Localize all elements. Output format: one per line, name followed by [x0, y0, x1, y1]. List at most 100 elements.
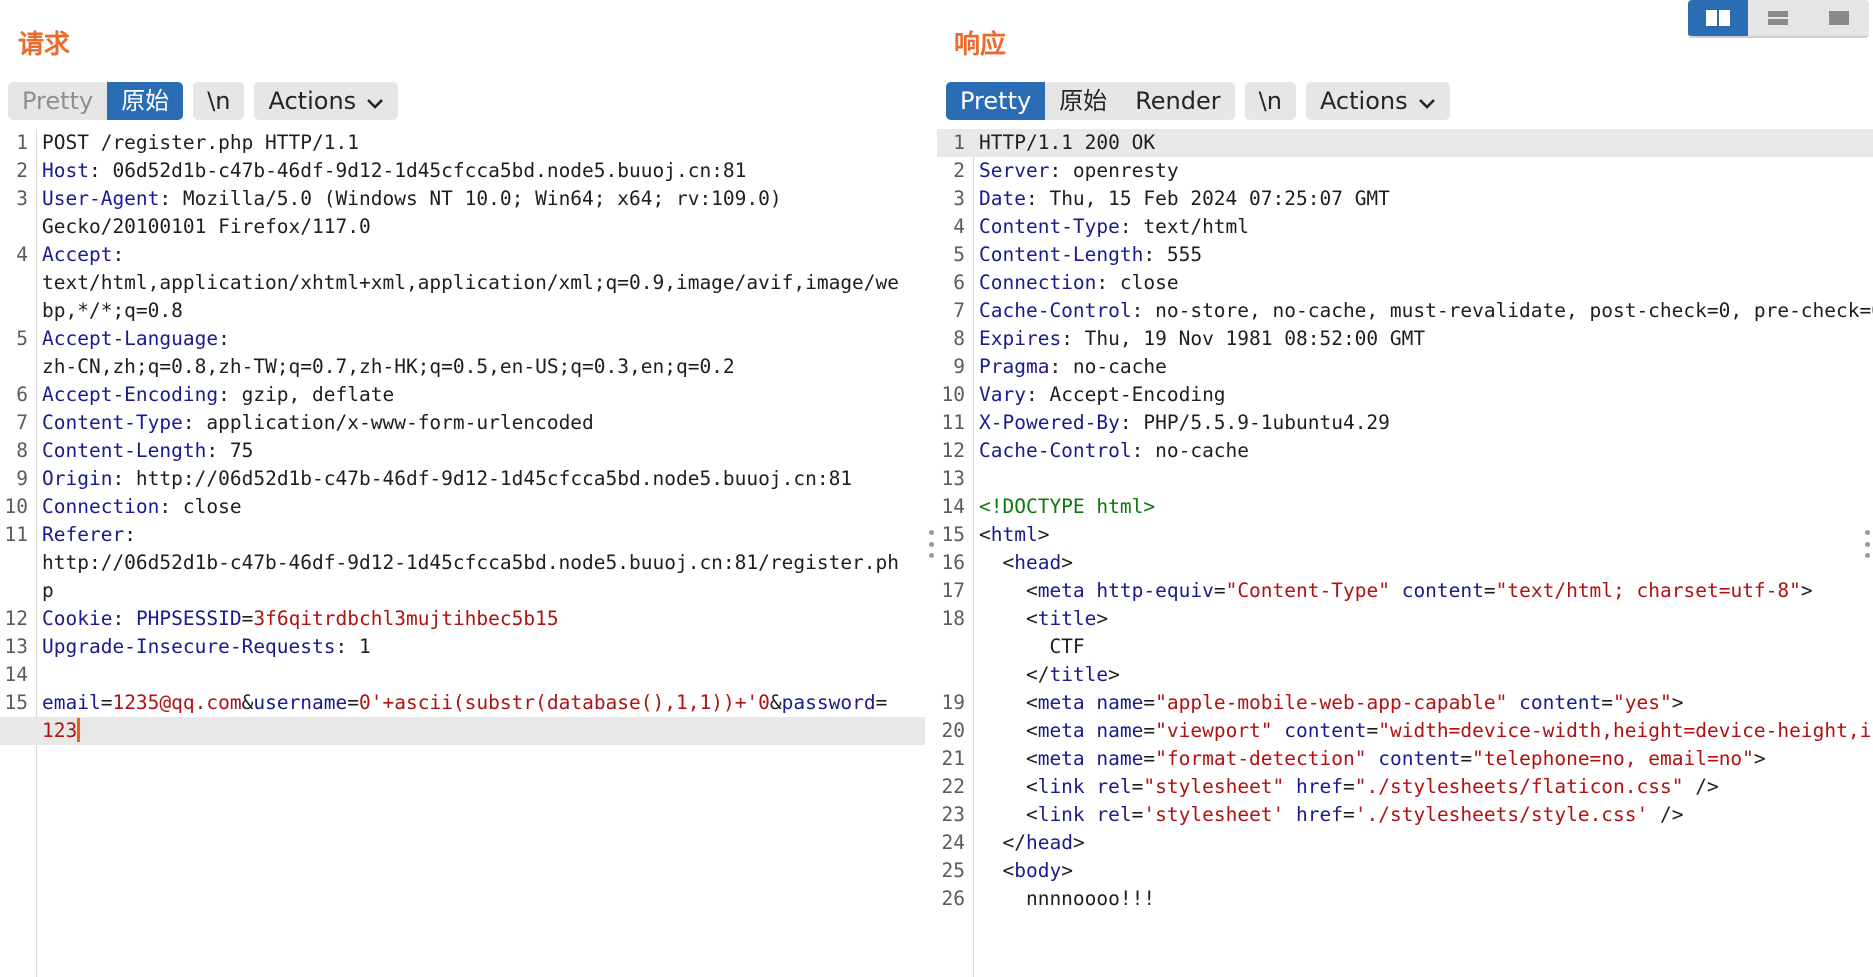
- line-number: 1: [953, 131, 965, 154]
- line-number: 22: [941, 775, 965, 798]
- line-text: Gecko/20100101 Firefox/117.0: [42, 213, 371, 241]
- code-token: : application/x-www-form-urlencoded: [182, 411, 594, 434]
- code-token: : 555: [1143, 243, 1203, 266]
- line-text: X-Powered-By: PHP/5.5.9-1ubuntu4.29: [979, 409, 1390, 437]
- line-text: Content-Length: 75: [42, 437, 253, 465]
- line-text: Accept-Encoding: gzip, deflate: [42, 381, 394, 409]
- line-text: p: [42, 577, 54, 605]
- line-text: </title>: [979, 661, 1120, 689]
- code-line: 9 Origin: http://06d52d1b-c47b-46df-9d12-…: [0, 465, 925, 493]
- line-number: 9: [953, 355, 965, 378]
- code-token: name: [1096, 747, 1144, 770]
- request-toolbar: Pretty 原始 \n Actions: [8, 82, 408, 120]
- code-token: =: [1213, 579, 1226, 602]
- code-token: =: [1143, 747, 1156, 770]
- request-newline-toggle[interactable]: \n: [193, 82, 244, 120]
- code-token: />: [1648, 803, 1684, 826]
- code-token: meta: [1037, 719, 1085, 742]
- code-token: <: [979, 523, 991, 546]
- line-number: 11: [4, 523, 28, 546]
- line-text: Upgrade-Insecure-Requests: 1: [42, 633, 371, 661]
- code-token: title: [1049, 663, 1109, 686]
- code-line: </title>: [937, 661, 1873, 689]
- line-text: <meta http-equiv="Content-Type" content=…: [979, 577, 1813, 605]
- line-text: Connection: close: [979, 269, 1179, 297]
- splitter-dot: [928, 553, 934, 558]
- code-token: =: [1366, 719, 1379, 742]
- line-text: Content-Length: 555: [979, 241, 1202, 269]
- code-token: content: [1401, 579, 1484, 602]
- pane-splitter-handle[interactable]: [928, 530, 934, 558]
- response-editor[interactable]: 1 HTTP/1.1 200 OK 2 Server: openresty 3 Date:…: [937, 129, 1873, 977]
- request-actions-button[interactable]: Actions: [254, 82, 398, 120]
- code-token: : Thu, 15 Feb 2024 07:25:07 GMT: [1025, 187, 1390, 210]
- response-tab-pretty[interactable]: Pretty: [946, 82, 1046, 120]
- code-token: =: [1601, 691, 1614, 714]
- code-line: 22 <link rel="stylesheet" href="./styles…: [937, 773, 1873, 801]
- request-tab-pretty[interactable]: Pretty: [8, 82, 107, 120]
- code-line: text/html,application/xhtml+xml,applicat…: [0, 269, 925, 297]
- line-text: <link rel="stylesheet" href="./styleshee…: [979, 773, 1719, 801]
- split-rows-icon[interactable]: [1748, 0, 1808, 36]
- code-token: =: [1460, 747, 1473, 770]
- code-line: 11 X-Powered-By: PHP/5.5.9-1ubuntu4.29: [937, 409, 1873, 437]
- code-token: : 1: [335, 635, 371, 658]
- code-token: >: [1671, 691, 1684, 714]
- code-line: 16 <head>: [937, 549, 1873, 577]
- code-token: <!DOCTYPE html>: [979, 495, 1156, 518]
- code-line: 6 Accept-Encoding: gzip, deflate: [0, 381, 925, 409]
- response-title: 响应: [954, 30, 1007, 60]
- response-actions-button[interactable]: Actions: [1306, 82, 1450, 120]
- line-text: <title>: [979, 605, 1108, 633]
- code-line: 19 <meta name="apple-mobile-web-app-capa…: [937, 689, 1873, 717]
- code-line: 3 User-Agent: Mozilla/5.0 (Windows NT 10.…: [0, 185, 925, 213]
- response-actions-label: Actions: [1319, 87, 1408, 115]
- split-columns-icon[interactable]: [1688, 0, 1749, 36]
- code-token: >: [1061, 551, 1073, 574]
- code-token: <: [979, 747, 1038, 770]
- line-number: 26: [941, 887, 965, 910]
- line-text: Accept:: [42, 241, 124, 269]
- code-token: >: [1800, 579, 1813, 602]
- code-token: :: [218, 327, 230, 350]
- code-token: 123: [42, 719, 78, 742]
- code-token: Upgrade-Insecure-Requests: [42, 635, 336, 658]
- single-pane-icon[interactable]: [1809, 0, 1869, 36]
- code-token: =: [1131, 803, 1144, 826]
- code-token: </: [979, 831, 1026, 854]
- chevron-down-icon: [366, 83, 384, 120]
- code-token: http-equiv: [1096, 579, 1214, 602]
- code-token: Referer: [42, 523, 125, 546]
- code-token: "viewport": [1155, 719, 1273, 742]
- response-tab-raw[interactable]: 原始: [1045, 82, 1121, 120]
- line-text: <meta name="apple-mobile-web-app-capable…: [979, 689, 1684, 717]
- layout-switcher: [1688, 0, 1869, 38]
- code-token: meta: [1037, 691, 1085, 714]
- line-number: 14: [4, 663, 28, 686]
- code-line: 17 <meta http-equiv="Content-Type" conte…: [937, 577, 1873, 605]
- request-editor[interactable]: 1 POST /register.php HTTP/1.1 2 Host: 06d52…: [0, 129, 925, 977]
- code-token: meta: [1037, 747, 1085, 770]
- code-token: content: [1284, 719, 1367, 742]
- response-newline-toggle[interactable]: \n: [1245, 82, 1296, 120]
- request-tab-raw[interactable]: 原始: [107, 82, 184, 120]
- code-token: link: [1037, 803, 1085, 826]
- line-number: 8: [16, 439, 28, 462]
- code-token: User-Agent: [42, 187, 160, 210]
- code-token: <: [979, 551, 1015, 574]
- code-token: Gecko/20100101 Firefox/117.0: [42, 215, 371, 238]
- line-text: Cache-Control: no-store, no-cache, must-…: [979, 297, 1873, 325]
- line-number: 15: [941, 523, 965, 546]
- request-actions-label: Actions: [268, 87, 357, 115]
- code-token: />: [1683, 775, 1719, 798]
- response-tab-render[interactable]: Render: [1121, 82, 1234, 120]
- code-line: Gecko/20100101 Firefox/117.0: [0, 213, 925, 241]
- code-token: "width=device-width,height=device-height…: [1378, 719, 1873, 742]
- code-line: 6 Connection: close: [937, 269, 1873, 297]
- line-number: 9: [16, 467, 28, 490]
- code-token: http://06d52d1b-c47b-46df-9d12-1d45cfcca…: [42, 551, 900, 574]
- line-text: POST /register.php HTTP/1.1: [42, 129, 359, 157]
